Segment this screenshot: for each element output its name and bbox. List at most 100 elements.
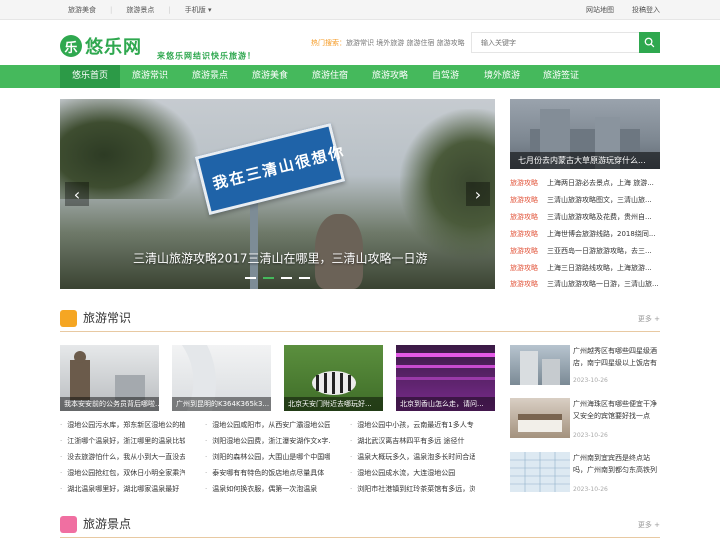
slider-dot[interactable] [245, 277, 256, 279]
thumb-caption: 广州到昆明的K364K365k3... [172, 397, 271, 411]
slider-next-button[interactable]: › [466, 182, 490, 206]
chevron-left-icon: ‹ [73, 184, 81, 204]
top-link-food[interactable]: 旅游美食 [68, 5, 96, 15]
logo-text: 悠乐网 [85, 37, 142, 58]
list-item[interactable]: 湖北温泉哪里好，湖北哪家温泉最好 [60, 483, 185, 495]
nav-abroad[interactable]: 境外旅游 [484, 65, 520, 88]
list-item[interactable]: 湿地公园抢红包，双休日小明全家乘汽 [60, 467, 185, 479]
list-item[interactable]: 江浙哪个温泉好，浙江哪里的温泉比较 [60, 435, 185, 447]
search-box [471, 32, 660, 53]
slider-dot[interactable] [281, 277, 292, 279]
nav-tips[interactable]: 旅游常识 [132, 65, 168, 88]
nav-hotel[interactable]: 旅游住宿 [312, 65, 348, 88]
sitemap-link[interactable]: 网站地图 [586, 5, 614, 15]
news-item[interactable]: 旅游攻略 上海三日游路线攻略，上海旅游... [510, 262, 660, 274]
bedroom-icon [518, 414, 562, 432]
list-item[interactable]: 没去旅游怕什么，我从小到大一直没去 [60, 451, 185, 463]
nav-visa[interactable]: 旅游签证 [543, 65, 579, 88]
divider: | [110, 6, 113, 14]
chevron-right-icon: › [474, 184, 482, 204]
list-item[interactable]: 浏阳的森林公园，大围山是哪个中国哪 [205, 451, 330, 463]
slider-prev-button[interactable]: ‹ [65, 182, 89, 206]
section-title: 旅游常识 [83, 311, 132, 325]
card-date: 2023-10-26 [573, 486, 608, 493]
hotel-thumb[interactable] [510, 345, 570, 385]
news-item[interactable]: 旅游攻略 三亚西岛一日游旅游攻略，去三... [510, 245, 660, 257]
news-tag: 旅游攻略 [510, 196, 538, 204]
list-item[interactable]: 湖北武汉离吉林四平有多远 途径什 [350, 435, 475, 447]
feature-caption[interactable]: 七月份去内蒙古大草原游玩穿什么... [510, 152, 660, 169]
section-scenic-icon [60, 516, 77, 533]
top-link-mobile-label: 手机版 [184, 6, 206, 14]
hot-search: 热门搜索：旅游常识 境外旅游 旅游住宿 旅游攻略 [311, 38, 465, 48]
list-item[interactable]: 泰安哪有有特色的饭店地点尽量具体 [205, 467, 330, 479]
section-tips-icon [60, 310, 77, 327]
news-item[interactable]: 旅游攻略 三清山旅游攻略图文，三清山旅... [510, 194, 660, 206]
slogan: 来悠乐网结识快乐旅游！ [157, 51, 256, 61]
section-title: 旅游景点 [83, 517, 132, 531]
news-tag: 旅游攻略 [510, 264, 538, 272]
caret-down-icon: ▾ [207, 6, 212, 14]
card-date: 2023-10-26 [573, 377, 608, 384]
building-icon [520, 351, 560, 385]
slide-caption[interactable]: 三清山旅游攻略2017三清山在哪里，三清山攻略一日游 [133, 250, 428, 267]
section-header-tips: 旅游常识 更多 + [60, 308, 660, 332]
top-links-right: 网站地图 投稿登入 [586, 0, 660, 20]
top-link-scenic[interactable]: 旅游景点 [126, 5, 154, 15]
timetable-thumb[interactable] [510, 452, 570, 492]
main-nav: 悠乐首页 旅游常识 旅游景点 旅游美食 旅游住宿 旅游攻略 自驾游 境外旅游 旅… [0, 65, 720, 88]
more-link[interactable]: 更多 + [638, 314, 660, 324]
thumb-caption: 北京天安门附近去哪玩好... [284, 397, 383, 411]
news-title: 上海世博会旅游线路，2018绕同... [547, 230, 656, 238]
list-item[interactable]: 湿地公园咸阳市，从西安广灞湿地公园 [205, 419, 330, 431]
news-item[interactable]: 旅游攻略 三清山旅游攻略一日游，三清山旅... [510, 278, 660, 290]
nav-scenic[interactable]: 旅游景点 [192, 65, 228, 88]
news-title: 三清山旅游攻略一日游，三清山旅... [547, 280, 659, 288]
section-header-scenic: 旅游景点 更多 + [60, 514, 660, 538]
search-input[interactable] [472, 33, 640, 52]
slider-dot[interactable] [299, 277, 310, 279]
news-title: 三亚西岛一日游旅游攻略，去三... [547, 247, 652, 255]
list-item[interactable]: 浏阳市社港镇到红玲茶菜馆有多远，浏 [350, 483, 475, 495]
nav-food[interactable]: 旅游美食 [252, 65, 288, 88]
sign-text: 我在三清山很想你 [210, 142, 348, 193]
search-button[interactable] [639, 32, 660, 53]
nav-home[interactable]: 悠乐首页 [60, 65, 121, 88]
more-link[interactable]: 更多 + [638, 520, 660, 530]
news-tag: 旅游攻略 [510, 213, 538, 221]
list-item[interactable]: 温泉如何换衣服，偶第一次泡温泉 [205, 483, 330, 495]
nav-guide[interactable]: 旅游攻略 [372, 65, 408, 88]
thumb-caption: 北京到香山怎么走，请问... [396, 397, 495, 411]
news-title: 上海三日游路线攻略，上海旅游... [547, 264, 652, 272]
news-tag: 旅游攻略 [510, 280, 538, 288]
hot-search-label: 热门搜索： [311, 39, 346, 47]
thumb-card[interactable]: 北京到香山怎么走，请问... [396, 345, 495, 411]
list-item[interactable]: 浏阳湿地公园费，浙江瀑安湖作文x字. [205, 435, 330, 447]
news-item[interactable]: 旅游攻略 上海世博会旅游线路，2018绕同... [510, 228, 660, 240]
hot-search-terms[interactable]: 旅游常识 境外旅游 旅游住宿 旅游攻略 [346, 39, 465, 47]
table-icon [510, 452, 570, 492]
list-item[interactable]: 湿地公园成水流，大连湿地公园 [350, 467, 475, 479]
news-title: 上海两日游必去景点，上海 旅游... [547, 179, 654, 187]
list-item[interactable]: 温泉大概玩多久，温泉泡多长时间合适 [350, 451, 475, 463]
card-date: 2023-10-26 [573, 432, 608, 439]
thumb-card[interactable]: 我本安安前的公务员背后哪啦... [60, 345, 159, 411]
news-item[interactable]: 旅游攻略 上海两日游必去景点，上海 旅游... [510, 177, 660, 189]
news-title: 三清山旅游攻略图文，三清山旅... [547, 196, 652, 204]
card-title[interactable]: 广州南到宜宾西是终点站吗，广州南到都匀东高铁列 [573, 452, 661, 476]
slider-dot-active[interactable] [263, 277, 274, 279]
site-logo[interactable]: 乐 悠乐网 [60, 33, 142, 59]
card-title[interactable]: 广州越秀区有哪些四星级酒店，南宁四星级以上饭店有 [573, 345, 661, 369]
thumb-card[interactable]: 广州到昆明的K364K365k3... [172, 345, 271, 411]
thumb-card[interactable]: 北京天安门附近去哪玩好... [284, 345, 383, 411]
login-link[interactable]: 投稿登入 [632, 5, 660, 15]
list-item[interactable]: 湿地公园污水库，郑东新区湿地公的植 [60, 419, 185, 431]
divider: | [168, 6, 171, 14]
top-link-mobile[interactable]: 手机版 ▾ [185, 5, 212, 15]
list-item[interactable]: 湿地公园中小孩，云南最近有1多人专 [350, 419, 475, 431]
news-tag: 旅游攻略 [510, 247, 538, 255]
nav-selfdrive[interactable]: 自驾游 [432, 65, 459, 88]
hotel-thumb[interactable] [510, 398, 570, 438]
news-item[interactable]: 旅游攻略 三清山旅游攻略及花费，贵州自... [510, 211, 660, 223]
card-title[interactable]: 广州海珠区有哪些便宜干净又安全的宾馆要好找一点 [573, 398, 661, 422]
